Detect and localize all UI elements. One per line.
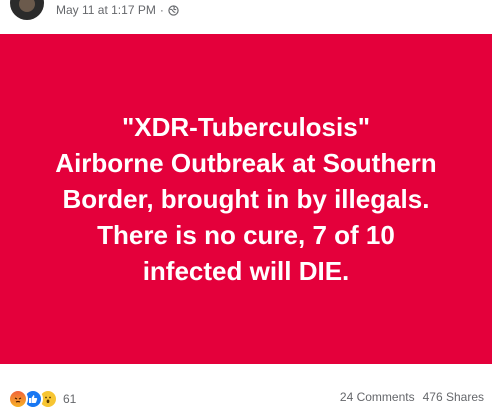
post-meta: May 11 at 1:17 PM ·	[56, 2, 179, 18]
reactions-summary[interactable]: 61	[8, 389, 76, 409]
post-text-line: "XDR-Tuberculosis"	[121, 112, 371, 142]
engagement-counts: 24 Comments 476 Shares	[340, 390, 484, 404]
post-text-line: Border, brought in by illegals.	[62, 184, 430, 214]
post-header: May 11 at 1:17 PM ·	[0, 0, 492, 22]
timestamp-link[interactable]: May 11 at 1:17 PM	[56, 3, 156, 17]
post-footer: 61 24 Comments 476 Shares	[0, 385, 492, 411]
meta-separator: ·	[159, 3, 164, 17]
globe-icon[interactable]	[168, 4, 179, 16]
comments-count-link[interactable]: 24 Comments	[340, 390, 415, 404]
post-text-line: infected will DIE.	[142, 256, 350, 286]
post-text-line: Airborne Outbreak at Southern	[55, 148, 437, 178]
reaction-count: 61	[63, 392, 77, 406]
angry-icon	[8, 389, 28, 409]
post-text-line: There is no cure, 7 of 10	[97, 220, 395, 250]
post-background-card[interactable]: "XDR-Tuberculosis" Airborne Outbreak at …	[0, 34, 492, 364]
post-text: "XDR-Tuberculosis" Airborne Outbreak at …	[35, 109, 456, 289]
avatar[interactable]	[10, 0, 44, 20]
shares-count-link[interactable]: 476 Shares	[423, 390, 484, 404]
